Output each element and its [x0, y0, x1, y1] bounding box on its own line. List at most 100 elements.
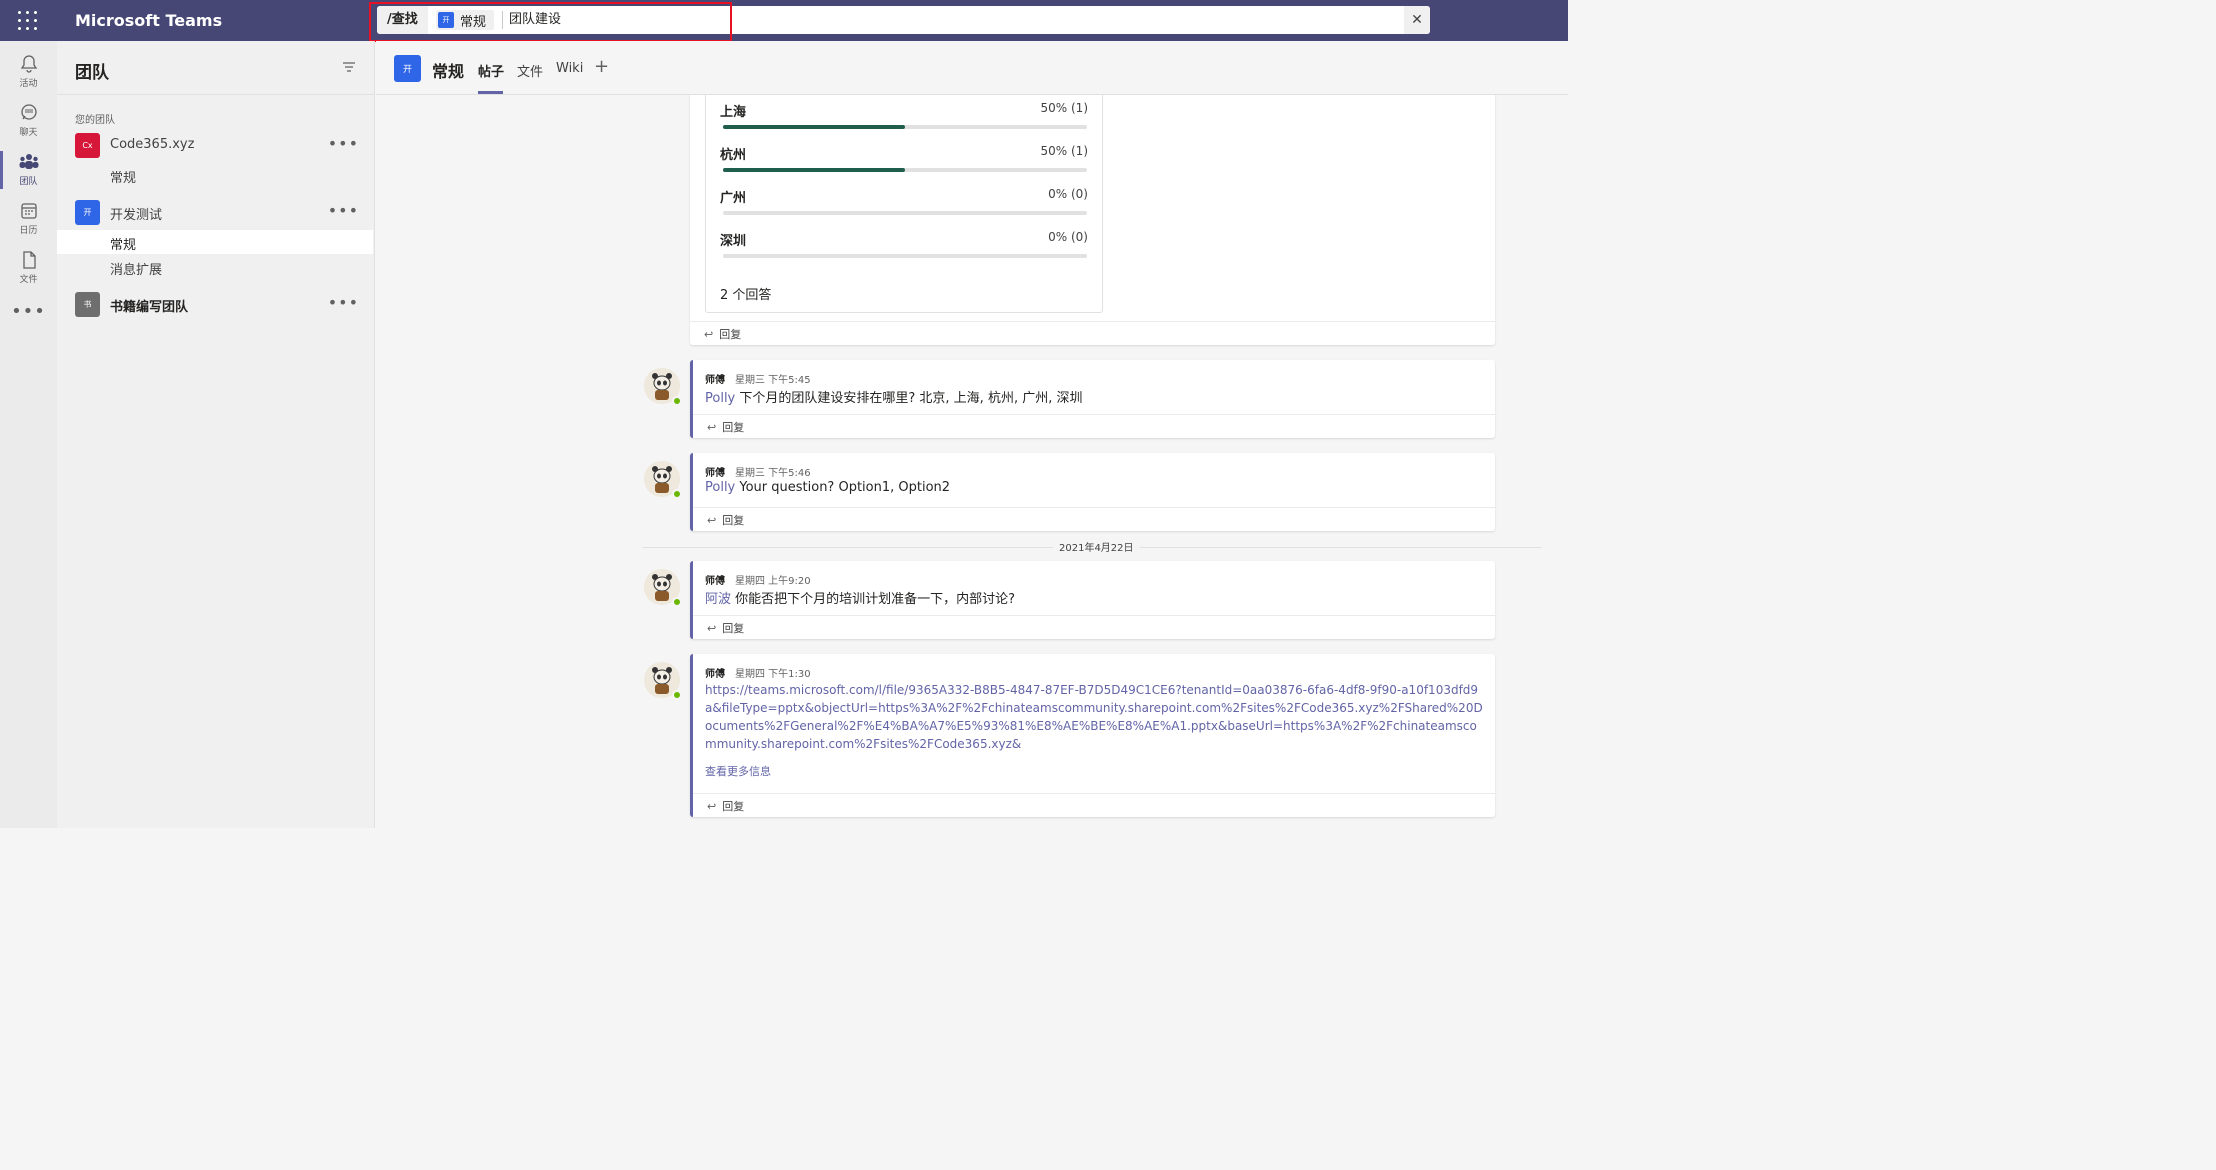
message-card: 师傅 星期三 下午5:45 Polly 下个月的团队建设安排在哪里? 北京, 上海… [690, 360, 1495, 438]
avatar[interactable] [644, 569, 682, 607]
channel-name: 常规 [110, 171, 137, 186]
poll-option-percent: 0% (0) [1048, 230, 1088, 244]
poll-option[interactable]: 上海 50% (1) [720, 101, 1088, 131]
chat-icon [20, 104, 37, 120]
app-title: Microsoft Teams [75, 11, 223, 30]
message-text: Your question? Option1, Option2 [735, 480, 951, 495]
tab-files[interactable]: 文件 [517, 61, 543, 80]
mention[interactable]: Polly [705, 391, 735, 406]
message-time: 星期四 下午1:30 [735, 669, 811, 680]
poll-option[interactable]: 杭州 50% (1) [720, 144, 1088, 174]
message-author: 师傅 [705, 468, 725, 479]
channel-name: 常规 [110, 238, 137, 253]
reply-label: 回复 [722, 622, 745, 635]
reply-button[interactable]: ↩ 回复 [707, 512, 744, 528]
poll-progress-track [723, 211, 1087, 215]
poll-progress-fill [723, 168, 905, 172]
poll-option[interactable]: 广州 0% (0) [720, 187, 1088, 217]
poll-option-label: 深圳 [720, 234, 747, 249]
annotation-highlight-box [369, 2, 732, 42]
avatar[interactable] [644, 368, 682, 406]
poll-option-label: 广州 [720, 191, 747, 206]
file-icon [22, 251, 36, 269]
reply-label: 回复 [719, 328, 742, 341]
reply-bar[interactable]: ↩ 回复 [693, 414, 1495, 438]
avatar[interactable] [644, 662, 682, 700]
team-avatar: Cx [75, 133, 100, 158]
poll-progress-track [723, 168, 1087, 172]
reply-icon: ↩ [707, 514, 717, 527]
rail-item-teams[interactable]: 团队 [0, 147, 57, 192]
presence-available-icon [672, 489, 682, 499]
mention[interactable]: 阿波 [705, 592, 731, 607]
bell-icon [20, 55, 37, 73]
reply-bar[interactable]: ↩ 回复 [693, 793, 1495, 817]
team-name: Code365.xyz [110, 137, 195, 152]
channel-header: 开 常规 帖子 文件 Wiki + [376, 41, 1568, 95]
reply-button[interactable]: ↩ 回复 [707, 620, 744, 636]
avatar[interactable] [644, 461, 682, 499]
team-row[interactable]: 开 开发测试 ••• [57, 199, 375, 227]
message-meta: 师傅 星期四 上午9:20 [705, 572, 811, 587]
poll-option-percent: 0% (0) [1048, 187, 1088, 201]
top-bar: Microsoft Teams /查找 开 常规 团队建设 ✕ [0, 0, 1568, 41]
rail-item-calendar[interactable]: 日历 [0, 196, 57, 241]
poll-progress-track [723, 125, 1087, 129]
poll-progress-fill [723, 125, 905, 129]
more-options-icon[interactable]: ••• [328, 201, 359, 220]
mention[interactable]: Polly [705, 480, 735, 495]
channel-row-selected[interactable]: 常规 [57, 230, 373, 254]
teams-icon [19, 154, 38, 169]
reply-icon: ↩ [707, 421, 717, 434]
team-row[interactable]: Cx Code365.xyz ••• [57, 132, 375, 160]
reply-bar[interactable]: ↩ 回复 [693, 507, 1495, 531]
add-tab-icon[interactable]: + [594, 56, 609, 77]
channel-avatar: 开 [394, 55, 421, 82]
poll-option-percent: 50% (1) [1040, 144, 1088, 158]
channel-row[interactable]: 常规 [57, 163, 373, 187]
message-card: 师傅 星期四 上午9:20 阿波 你能否把下个月的培训计划准备一下，内部讨论? ↩… [690, 561, 1495, 639]
message-text: 你能否把下个月的培训计划准备一下，内部讨论? [731, 592, 1016, 607]
rail-item-files[interactable]: 文件 [0, 245, 57, 290]
app-launcher-icon[interactable] [18, 11, 38, 31]
reply-button[interactable]: ↩ 回复 [707, 798, 744, 814]
filter-icon[interactable] [342, 61, 356, 73]
reply-button[interactable]: ↩ 回复 [707, 419, 744, 435]
team-name: 书籍编写团队 [110, 300, 189, 315]
rail-item-chat[interactable]: 聊天 [0, 98, 57, 143]
app-rail: 活动 聊天 团队 日历 文件 ••• [0, 41, 57, 828]
poll-progress-track [723, 254, 1087, 258]
message-list: ↩ 回复 上海 50% (1) 杭州 50% (1) 广州 0% (0) 深圳 0… [376, 95, 1568, 828]
more-apps-icon[interactable]: ••• [0, 301, 57, 322]
rail-item-activity[interactable]: 活动 [0, 49, 57, 94]
reply-label: 回复 [722, 421, 745, 434]
more-options-icon[interactable]: ••• [328, 293, 359, 312]
panel-header: 团队 [57, 41, 374, 95]
message-meta: 师傅 星期三 下午5:45 [705, 371, 811, 386]
team-avatar: 书 [75, 292, 100, 317]
reply-bar[interactable]: ↩ 回复 [693, 615, 1495, 639]
more-options-icon[interactable]: ••• [328, 134, 359, 153]
poll-option[interactable]: 深圳 0% (0) [720, 230, 1088, 260]
message-link[interactable]: https://teams.microsoft.com/l/file/9365A… [705, 681, 1485, 757]
reply-label: 回复 [722, 800, 745, 813]
message-author: 师傅 [705, 375, 725, 386]
reply-bar[interactable]: ↩ 回复 [690, 321, 1495, 345]
message-author: 师傅 [705, 576, 725, 587]
message-card: 师傅 星期四 下午1:30 https://teams.microsoft.com… [690, 654, 1495, 817]
rail-label: 活动 [19, 79, 38, 89]
tab-posts[interactable]: 帖子 [478, 61, 504, 80]
poll-option-label: 上海 [720, 105, 747, 120]
channel-row[interactable]: 消息扩展 [57, 255, 373, 279]
reply-button[interactable]: ↩ 回复 [704, 326, 741, 342]
team-row[interactable]: 书 书籍编写团队 ••• [57, 291, 375, 319]
message-card: 师傅 星期三 下午5:46 Polly Your question? Option… [690, 453, 1495, 531]
rail-label: 聊天 [19, 128, 38, 138]
tab-wiki[interactable]: Wiki [556, 61, 583, 76]
message-body: Polly Your question? Option1, Option2 [705, 480, 950, 495]
date-separator-label: 2021年4月22日 [1053, 539, 1140, 554]
team-name: 开发测试 [110, 208, 163, 223]
see-more-link[interactable]: 查看更多信息 [705, 763, 771, 779]
message-text: 下个月的团队建设安排在哪里? 北京, 上海, 杭州, 广州, 深圳 [735, 391, 1083, 406]
close-icon[interactable]: ✕ [1404, 6, 1430, 34]
